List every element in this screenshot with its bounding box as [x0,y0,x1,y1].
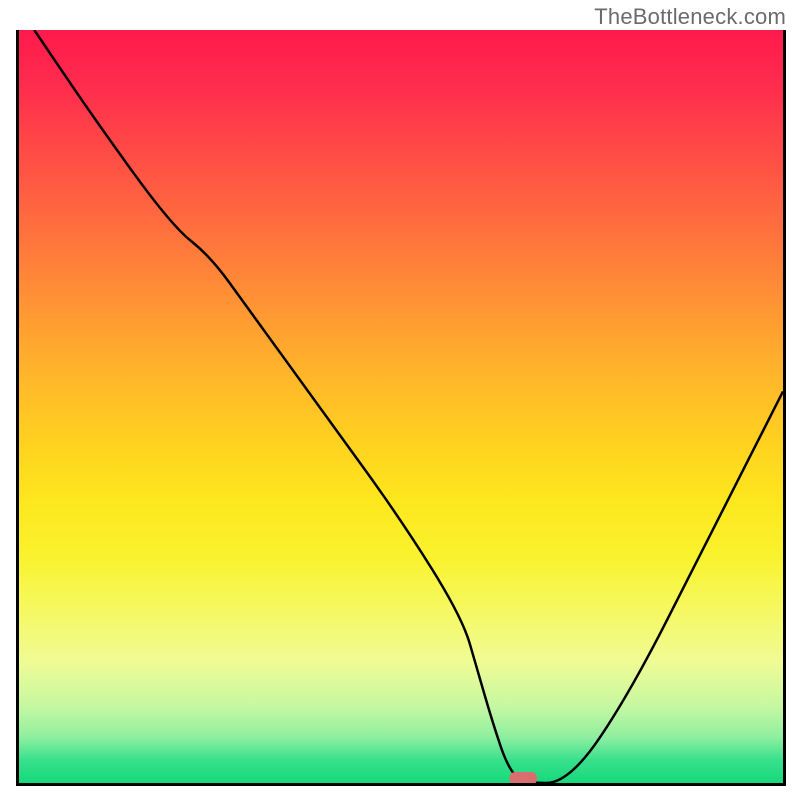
watermark-text: TheBottleneck.com [594,4,786,30]
curve-svg [19,30,783,783]
plot-area [16,30,786,786]
bottleneck-chart: TheBottleneck.com [0,0,800,800]
bottleneck-curve [34,30,783,783]
optimum-marker [509,772,537,783]
